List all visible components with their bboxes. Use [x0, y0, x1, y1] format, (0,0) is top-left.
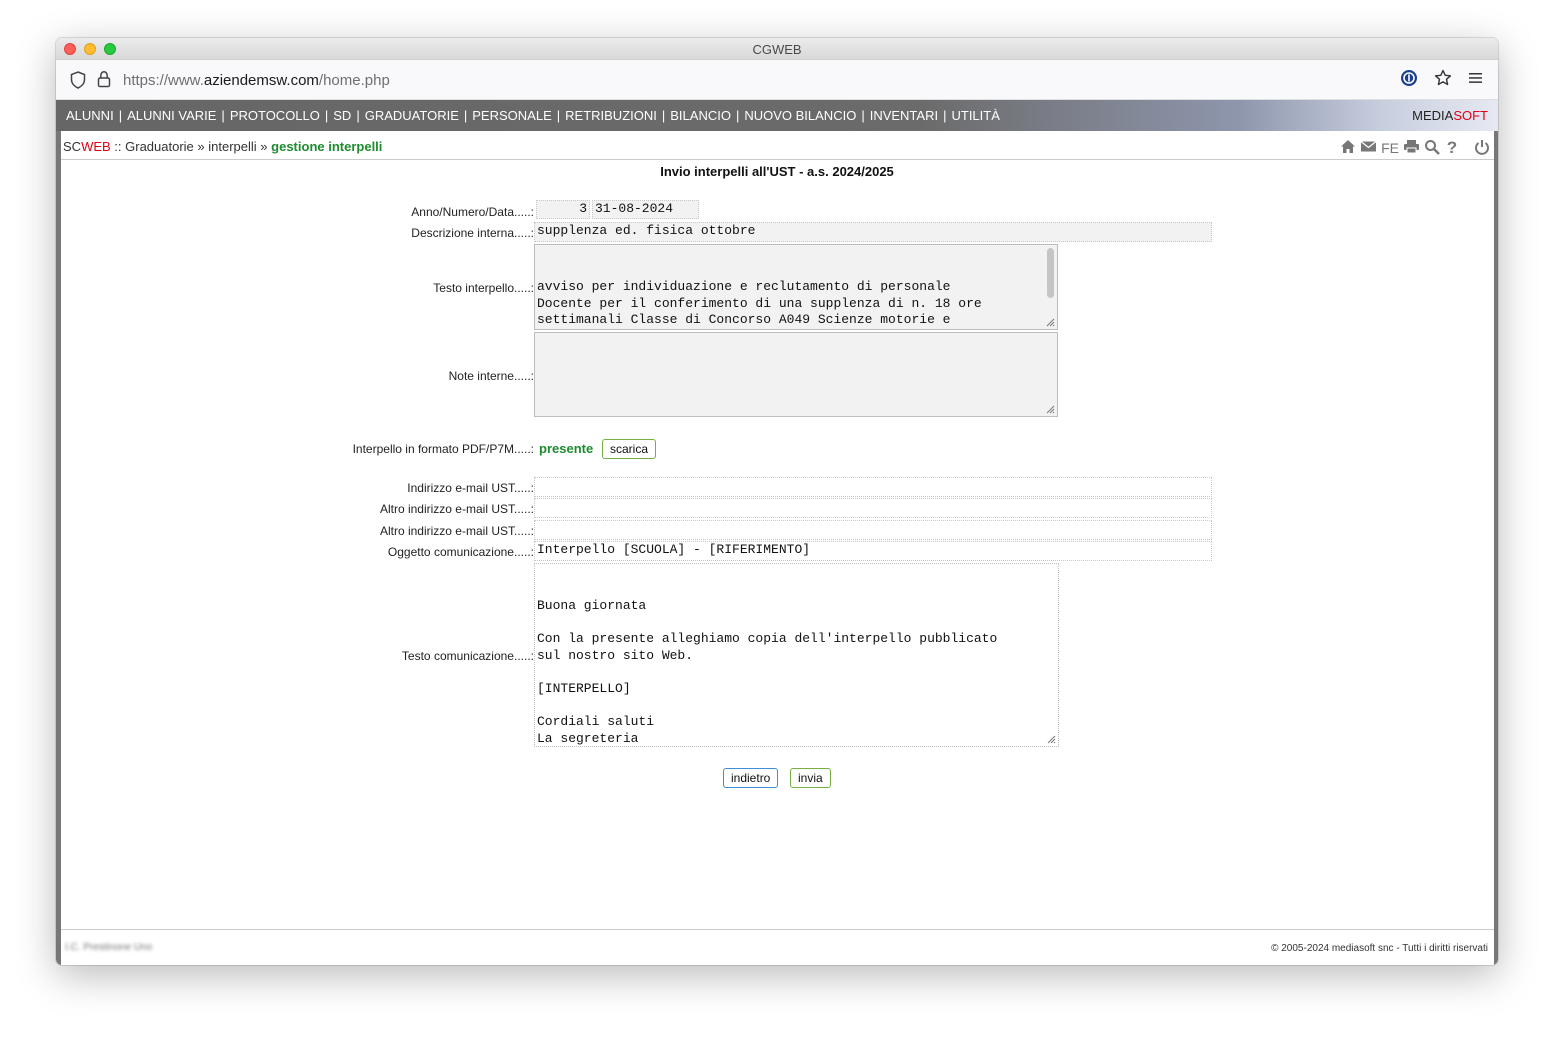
- breadcrumb-separator: ::: [110, 139, 126, 154]
- textarea-scrollbar[interactable]: [1047, 248, 1054, 298]
- home-icon[interactable]: [1340, 139, 1356, 157]
- menu-item-protocollo[interactable]: PROTOCOLLO: [230, 108, 320, 123]
- menu-item-bilancio[interactable]: BILANCIO: [670, 108, 731, 123]
- fe-button[interactable]: FE: [1381, 140, 1399, 156]
- breadcrumb-separator: »: [193, 139, 209, 154]
- bookmark-star-icon[interactable]: [1434, 69, 1452, 92]
- data-field[interactable]: 31-08-2024: [592, 200, 699, 219]
- brand-media: MEDIA: [1412, 108, 1454, 123]
- menu-separator: |: [943, 108, 947, 123]
- testo-comunicazione-text: Buona giornata Con la presente alleghiam…: [537, 598, 998, 746]
- url-text[interactable]: https://www.aziendemsw.com/home.php: [123, 72, 390, 89]
- menu-separator: |: [556, 108, 561, 123]
- oggetto-label: Oggetto comunicazione.....:: [387, 545, 534, 559]
- menu-item-sd[interactable]: SD: [333, 108, 351, 123]
- menu-separator: |: [324, 108, 329, 123]
- breadcrumb-app-web: WEB: [81, 139, 111, 154]
- footer-copyright: © 2005-2024 mediasoft snc - Tutti i diri…: [1271, 943, 1488, 954]
- menu-item-alunni[interactable]: ALUNNI: [66, 108, 114, 123]
- print-icon[interactable]: [1403, 139, 1420, 157]
- email-ust-alt2-field[interactable]: [534, 520, 1212, 540]
- breadcrumb-graduatorie[interactable]: Graduatorie: [125, 139, 194, 154]
- breadcrumb: SCWEB :: Graduatorie » interpelli » gest…: [63, 139, 382, 154]
- send-button[interactable]: invia: [790, 768, 831, 788]
- resize-grip-icon[interactable]: [1045, 404, 1055, 414]
- testo-interpello-textarea[interactable]: avviso per individuazione e reclutamento…: [534, 244, 1058, 330]
- descrizione-field[interactable]: supplenza ed. fisica ottobre: [534, 222, 1212, 242]
- menu-item-nuovo-bilancio[interactable]: NUOVO BILANCIO: [744, 108, 856, 123]
- breadcrumb-separator: »: [256, 139, 272, 154]
- testo-interpello-text: avviso per individuazione e reclutamento…: [537, 279, 989, 329]
- breadcrumb-current: gestione interpelli: [271, 139, 383, 154]
- note-interne-textarea[interactable]: [534, 332, 1058, 417]
- email-ust-label: Indirizzo e-mail UST.....:: [407, 481, 534, 495]
- breadcrumb-interpelli[interactable]: interpelli: [208, 139, 256, 154]
- menu-separator: |: [118, 108, 123, 123]
- url-path: /home.php: [318, 72, 390, 89]
- toolbar: FE ?: [1340, 138, 1490, 158]
- address-bar[interactable]: https://www.aziendemsw.com/home.php: [56, 60, 1498, 100]
- email-ust-alt1-label: Altro indirizzo e-mail UST.....:: [379, 502, 534, 516]
- menu-item-personale[interactable]: PERSONALE: [472, 108, 551, 123]
- lock-icon[interactable]: [97, 70, 111, 93]
- numero-field[interactable]: 3: [536, 200, 590, 219]
- url-host: aziendemsw.com: [203, 72, 319, 89]
- testo-comunicazione-textarea[interactable]: Buona giornata Con la presente alleghiam…: [534, 563, 1059, 747]
- main-menu: ALUNNI | ALUNNI VARIE | PROTOCOLLO | SD | GRADUA…: [66, 108, 1000, 123]
- window-title: CGWEB: [752, 42, 802, 57]
- password-manager-icon[interactable]: [1400, 69, 1418, 92]
- menu-item-retribuzioni[interactable]: RETRIBUZIONI: [565, 108, 657, 123]
- oggetto-field[interactable]: Interpello [SCUOLA] - [RIFERIMENTO]: [534, 541, 1212, 561]
- email-ust-alt2-label: Altro indirizzo e-mail UST.....:: [379, 524, 534, 538]
- menu-separator: |: [661, 108, 666, 123]
- breadcrumb-divider: [61, 159, 1494, 160]
- back-button[interactable]: indietro: [723, 768, 779, 788]
- note-interne-label: Note interne.....:: [448, 369, 534, 383]
- footer-divider: [61, 929, 1494, 930]
- search-icon[interactable]: [1424, 139, 1440, 158]
- hamburger-menu-icon[interactable]: [1468, 71, 1484, 90]
- menu-item-alunni-varie[interactable]: ALUNNI VARIE: [127, 108, 216, 123]
- email-ust-alt1-field[interactable]: [534, 498, 1212, 518]
- main-menu-bar: ALUNNI | ALUNNI VARIE | PROTOCOLLO | SD | GRADUA…: [56, 100, 1498, 131]
- menu-separator: |: [735, 108, 740, 123]
- brand-logo: MEDIASOFT: [1412, 108, 1488, 123]
- menu-separator: |: [221, 108, 225, 123]
- descrizione-label: Descrizione interna.....:: [411, 226, 534, 240]
- footer-school-name: I.C. Prestinone Uno: [65, 942, 153, 953]
- menu-separator: |: [861, 108, 865, 123]
- breadcrumb-app-sc: SC: [63, 139, 82, 154]
- title-bar: CGWEB: [56, 38, 1498, 60]
- menu-separator: |: [463, 108, 468, 123]
- menu-item-utilit[interactable]: UTILITÀ: [951, 108, 999, 123]
- power-icon[interactable]: [1474, 139, 1490, 158]
- testo-interpello-label: Testo interpello.....:: [433, 281, 534, 295]
- download-pdf-button[interactable]: scarica: [602, 439, 657, 459]
- resize-grip-icon[interactable]: [1046, 734, 1056, 744]
- resize-grip-icon[interactable]: [1045, 317, 1055, 327]
- right-border: [1494, 131, 1498, 965]
- email-ust-field[interactable]: [534, 477, 1212, 497]
- menu-item-graduatorie[interactable]: GRADUATORIE: [365, 108, 459, 123]
- browser-window: CGWEB https://www.aziendemsw.com/home.ph…: [56, 38, 1498, 965]
- testo-comunicazione-label: Testo comunicazione.....:: [401, 649, 534, 663]
- mail-icon[interactable]: [1360, 140, 1377, 156]
- anno-numero-data-label: Anno/Numero/Data.....:: [411, 205, 534, 219]
- shield-icon[interactable]: [70, 71, 86, 94]
- left-border: [56, 131, 61, 965]
- brand-soft: SOFT: [1453, 108, 1488, 123]
- url-prefix: https://www.: [123, 72, 204, 89]
- help-icon[interactable]: ?: [1444, 138, 1460, 158]
- menu-separator: |: [356, 108, 360, 123]
- pdf-status: presente: [539, 441, 594, 456]
- page-title: Invio interpelli all'UST - a.s. 2024/202…: [660, 164, 894, 179]
- pdf-label: Interpello in formato PDF/P7M.....:: [352, 442, 534, 456]
- menu-item-inventari[interactable]: INVENTARI: [870, 108, 938, 123]
